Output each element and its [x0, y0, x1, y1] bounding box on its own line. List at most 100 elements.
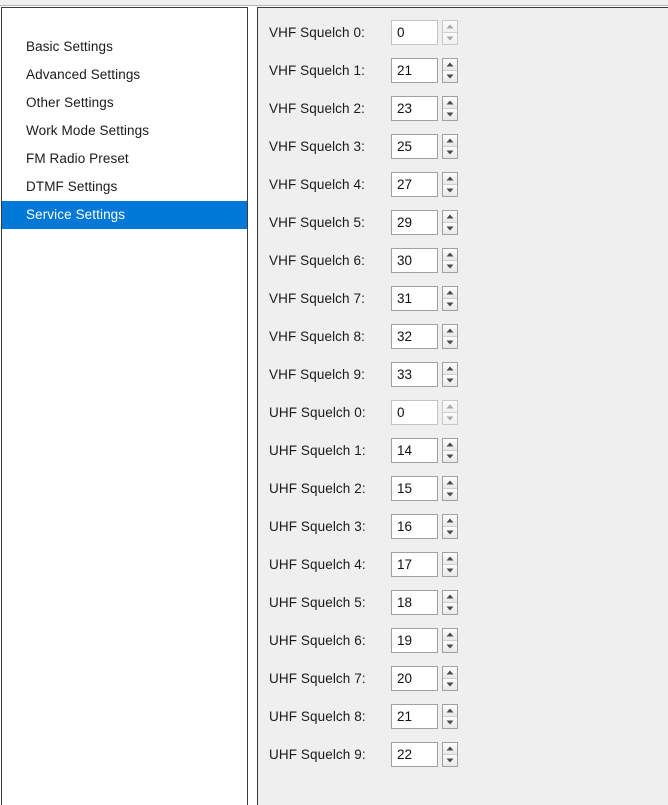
spinner-down-arrow-icon[interactable] — [443, 108, 457, 120]
input-vhf-squelch-4[interactable] — [391, 171, 438, 197]
spinner-buttons-uhf-squelch-4 — [442, 551, 458, 577]
window-top-chrome — [0, 0, 668, 6]
spinner-up-arrow-icon[interactable] — [443, 666, 457, 678]
spinner-up-arrow-icon[interactable] — [443, 58, 457, 70]
spinner-up-arrow-icon[interactable] — [443, 628, 457, 640]
input-uhf-squelch-8[interactable] — [391, 703, 438, 729]
spinner-down-arrow-icon[interactable] — [443, 526, 457, 538]
spinner-up-arrow-icon[interactable] — [443, 210, 457, 222]
spinner-up-arrow-icon[interactable] — [443, 514, 457, 526]
input-vhf-squelch-6[interactable] — [391, 247, 438, 273]
spinner-down-arrow-icon[interactable] — [443, 374, 457, 386]
spinner-down-arrow-icon[interactable] — [443, 640, 457, 652]
spinner-up-arrow-icon[interactable] — [443, 248, 457, 260]
input-uhf-squelch-1[interactable] — [391, 437, 438, 463]
spinner-down-arrow-icon[interactable] — [443, 602, 457, 614]
spinner-uhf-squelch-4 — [391, 551, 458, 577]
spinner-up-arrow-icon[interactable] — [443, 286, 457, 298]
sidebar-item-other-settings[interactable]: Other Settings — [2, 89, 247, 117]
sidebar-item-work-mode-settings[interactable]: Work Mode Settings — [2, 117, 247, 145]
spinner-up-arrow-icon[interactable] — [443, 438, 457, 450]
spinner-uhf-squelch-0 — [391, 399, 458, 425]
spinner-down-arrow-icon[interactable] — [443, 678, 457, 690]
input-vhf-squelch-1[interactable] — [391, 57, 438, 83]
spinner-down-arrow-icon[interactable] — [443, 754, 457, 766]
input-vhf-squelch-7[interactable] — [391, 285, 438, 311]
spinner-up-arrow-icon[interactable] — [443, 704, 457, 716]
input-vhf-squelch-0[interactable] — [391, 19, 438, 45]
field-row-vhf-squelch-8: VHF Squelch 8: — [258, 317, 668, 355]
spinner-down-arrow-icon[interactable] — [443, 564, 457, 576]
input-uhf-squelch-0[interactable] — [391, 399, 438, 425]
spinner-buttons-uhf-squelch-6 — [442, 627, 458, 653]
spinner-down-arrow-icon[interactable] — [443, 716, 457, 728]
input-vhf-squelch-8[interactable] — [391, 323, 438, 349]
sidebar-item-basic-settings[interactable]: Basic Settings — [2, 33, 247, 61]
spinner-uhf-squelch-6 — [391, 627, 458, 653]
input-uhf-squelch-6[interactable] — [391, 627, 438, 653]
spinner-up-arrow-icon[interactable] — [443, 134, 457, 146]
label-uhf-squelch-4: UHF Squelch 4: — [269, 556, 366, 572]
input-uhf-squelch-5[interactable] — [391, 589, 438, 615]
spinner-up-arrow-icon[interactable] — [443, 324, 457, 336]
label-uhf-squelch-9: UHF Squelch 9: — [269, 746, 366, 762]
spinner-buttons-vhf-squelch-3 — [442, 133, 458, 159]
input-uhf-squelch-7[interactable] — [391, 665, 438, 691]
input-vhf-squelch-9[interactable] — [391, 361, 438, 387]
spinner-down-arrow-icon[interactable] — [443, 184, 457, 196]
label-vhf-squelch-1: VHF Squelch 1: — [269, 62, 365, 78]
spinner-vhf-squelch-4 — [391, 171, 458, 197]
label-uhf-squelch-8: UHF Squelch 8: — [269, 708, 366, 724]
spinner-buttons-uhf-squelch-0 — [442, 399, 458, 425]
spinner-down-arrow-icon[interactable] — [443, 336, 457, 348]
spinner-up-arrow-icon[interactable] — [443, 742, 457, 754]
spinner-down-arrow-icon[interactable] — [443, 146, 457, 158]
label-vhf-squelch-9: VHF Squelch 9: — [269, 366, 365, 382]
sidebar-item-fm-radio-preset[interactable]: FM Radio Preset — [2, 145, 247, 173]
label-uhf-squelch-1: UHF Squelch 1: — [269, 442, 366, 458]
input-vhf-squelch-5[interactable] — [391, 209, 438, 235]
field-row-uhf-squelch-6: UHF Squelch 6: — [258, 621, 668, 659]
spinner-up-arrow-icon[interactable] — [443, 96, 457, 108]
spinner-down-arrow-icon[interactable] — [443, 298, 457, 310]
spinner-down-arrow-icon[interactable] — [443, 260, 457, 272]
input-uhf-squelch-9[interactable] — [391, 741, 438, 767]
sidebar-item-service-settings[interactable]: Service Settings — [2, 201, 247, 229]
input-vhf-squelch-3[interactable] — [391, 133, 438, 159]
spinner-up-arrow-icon[interactable] — [443, 362, 457, 374]
field-row-uhf-squelch-0: UHF Squelch 0: — [258, 393, 668, 431]
spinner-down-arrow-icon[interactable] — [443, 222, 457, 234]
spinner-up-arrow-icon[interactable] — [443, 172, 457, 184]
spinner-buttons-vhf-squelch-5 — [442, 209, 458, 235]
sidebar-item-dtmf-settings[interactable]: DTMF Settings — [2, 173, 247, 201]
spinner-uhf-squelch-5 — [391, 589, 458, 615]
input-uhf-squelch-4[interactable] — [391, 551, 438, 577]
sidebar-item-advanced-settings[interactable]: Advanced Settings — [2, 61, 247, 89]
input-uhf-squelch-3[interactable] — [391, 513, 438, 539]
spinner-up-arrow-icon[interactable] — [443, 590, 457, 602]
spinner-down-arrow-icon[interactable] — [443, 70, 457, 82]
label-vhf-squelch-2: VHF Squelch 2: — [269, 100, 365, 116]
spinner-vhf-squelch-1 — [391, 57, 458, 83]
spinner-buttons-uhf-squelch-8 — [442, 703, 458, 729]
spinner-vhf-squelch-9 — [391, 361, 458, 387]
field-row-uhf-squelch-3: UHF Squelch 3: — [258, 507, 668, 545]
field-row-vhf-squelch-5: VHF Squelch 5: — [258, 203, 668, 241]
spinner-buttons-vhf-squelch-4 — [442, 171, 458, 197]
spinner-buttons-vhf-squelch-9 — [442, 361, 458, 387]
spinner-buttons-vhf-squelch-7 — [442, 285, 458, 311]
spinner-down-arrow-icon[interactable] — [443, 488, 457, 500]
input-vhf-squelch-2[interactable] — [391, 95, 438, 121]
input-uhf-squelch-2[interactable] — [391, 475, 438, 501]
spinner-up-arrow-icon[interactable] — [443, 476, 457, 488]
spinner-down-arrow-icon[interactable] — [443, 412, 457, 424]
spinner-up-arrow-icon[interactable] — [443, 400, 457, 412]
label-uhf-squelch-0: UHF Squelch 0: — [269, 404, 366, 420]
spinner-vhf-squelch-2 — [391, 95, 458, 121]
spinner-down-arrow-icon[interactable] — [443, 32, 457, 44]
spinner-up-arrow-icon[interactable] — [443, 20, 457, 32]
spinner-vhf-squelch-7 — [391, 285, 458, 311]
spinner-up-arrow-icon[interactable] — [443, 552, 457, 564]
spinner-down-arrow-icon[interactable] — [443, 450, 457, 462]
spinner-vhf-squelch-0 — [391, 19, 458, 45]
